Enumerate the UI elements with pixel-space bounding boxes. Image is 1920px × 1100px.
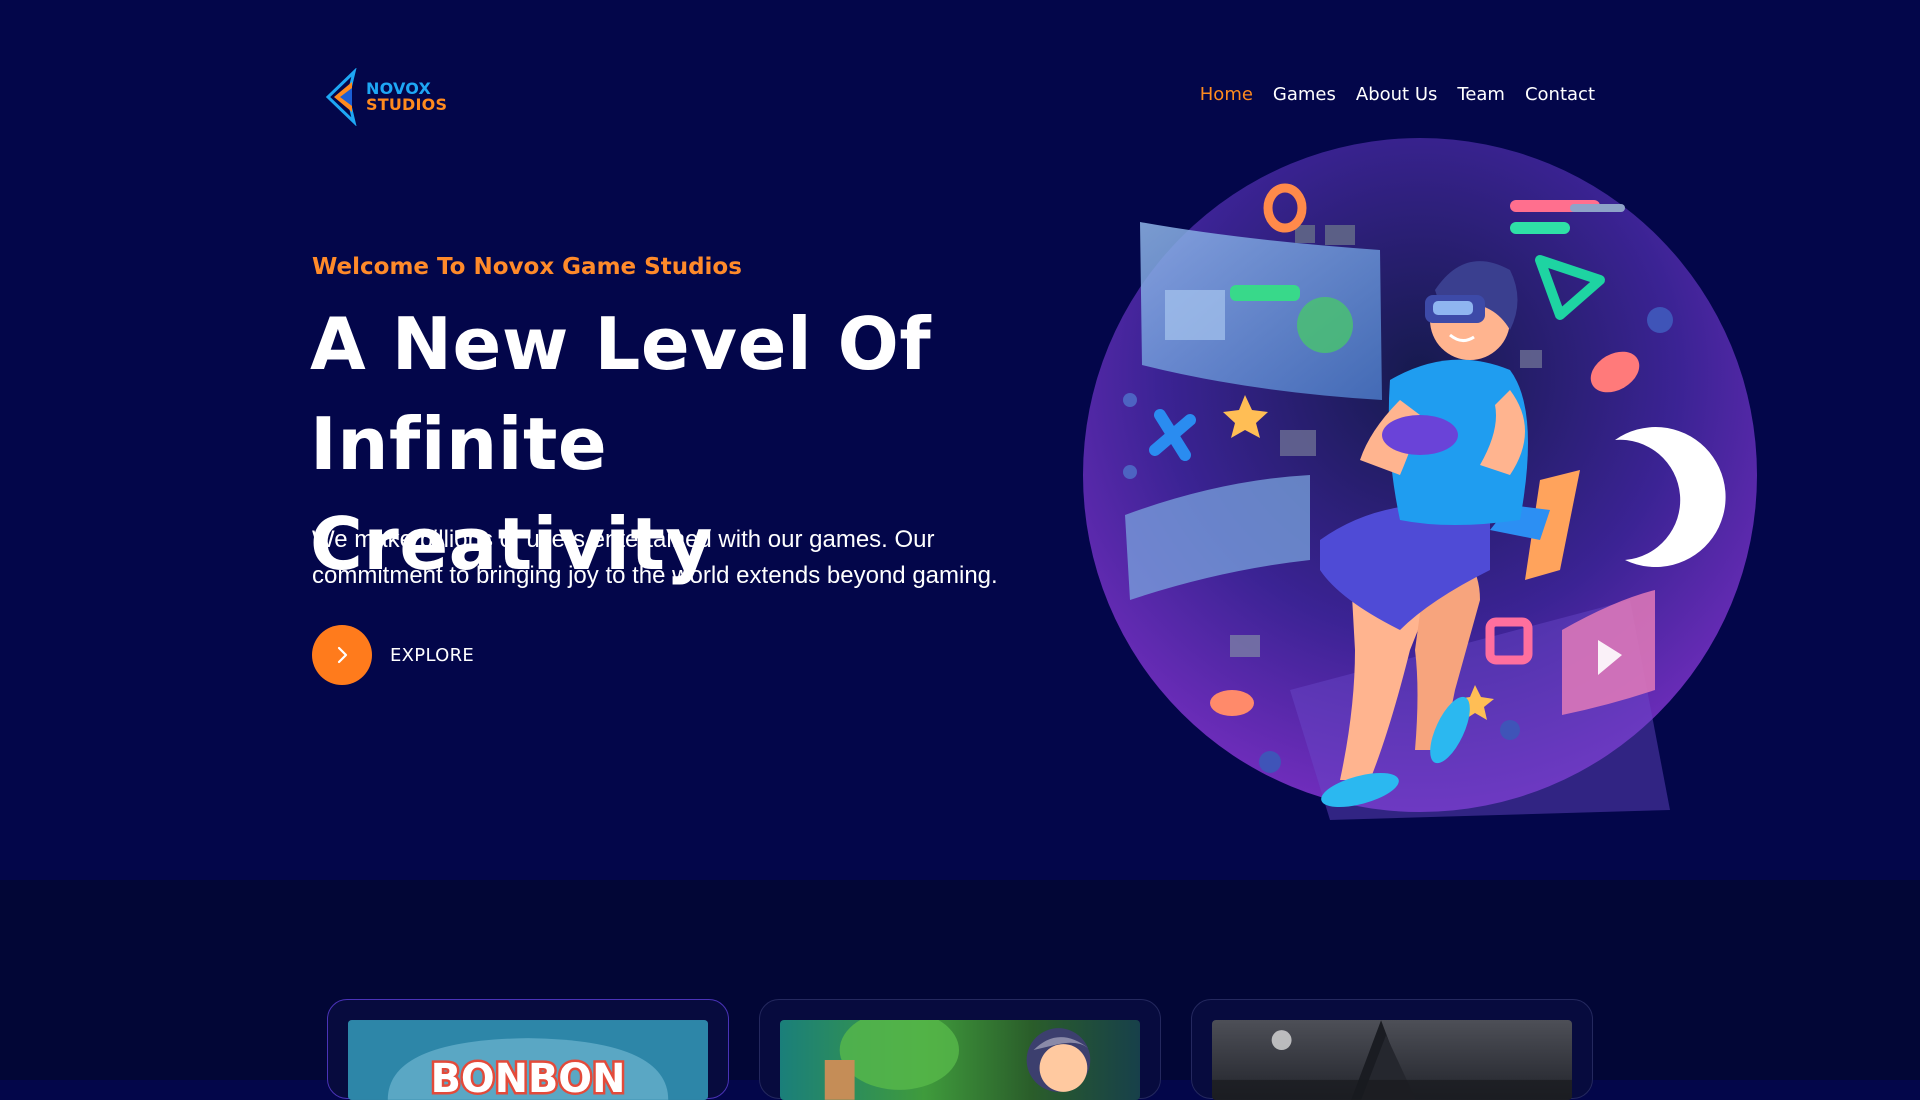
game-card[interactable]: BONBON (327, 999, 729, 1100)
explore-button[interactable]: EXPLORE (312, 625, 474, 685)
nav-item-home[interactable]: Home (1200, 84, 1253, 105)
chevron-right-icon (337, 646, 348, 664)
main-nav: Home Games About Us Team Contact (1200, 84, 1595, 105)
hero-headline-line1: A New Level Of (310, 302, 932, 386)
novox-logo-icon (325, 68, 357, 126)
brand-name-line2: STUDIOS (366, 95, 448, 114)
explore-label: EXPLORE (390, 644, 475, 666)
game-thumbnail[interactable] (1212, 1020, 1572, 1100)
hero-eyebrow: Welcome To Novox Game Studios (312, 254, 742, 280)
game-thumbnail[interactable] (780, 1020, 1140, 1100)
candy-game-art: BONBON (348, 1020, 708, 1100)
game-thumbnail[interactable]: BONBON (348, 1020, 708, 1100)
nav-item-games[interactable]: Games (1273, 84, 1336, 105)
card-title: BONBON (431, 1056, 626, 1100)
game-card[interactable] (1191, 999, 1593, 1100)
game-card[interactable] (759, 999, 1161, 1100)
nav-item-contact[interactable]: Contact (1525, 84, 1595, 105)
explore-circle[interactable] (312, 625, 372, 685)
nav-item-team[interactable]: Team (1457, 84, 1505, 105)
vr-gamer-illustration (1083, 138, 1757, 820)
brand-logo[interactable]: NOVOX STUDIOS (322, 68, 452, 126)
cartoon-forest-game-art (824, 1020, 1091, 1100)
hero-subtext: We make billions of users entertained wi… (312, 526, 998, 589)
nav-item-about-us[interactable]: About Us (1356, 84, 1438, 105)
dark-forest-game-art (1212, 1020, 1572, 1100)
hero-section: NOVOX STUDIOS Home Games About Us Team C… (0, 0, 1920, 880)
